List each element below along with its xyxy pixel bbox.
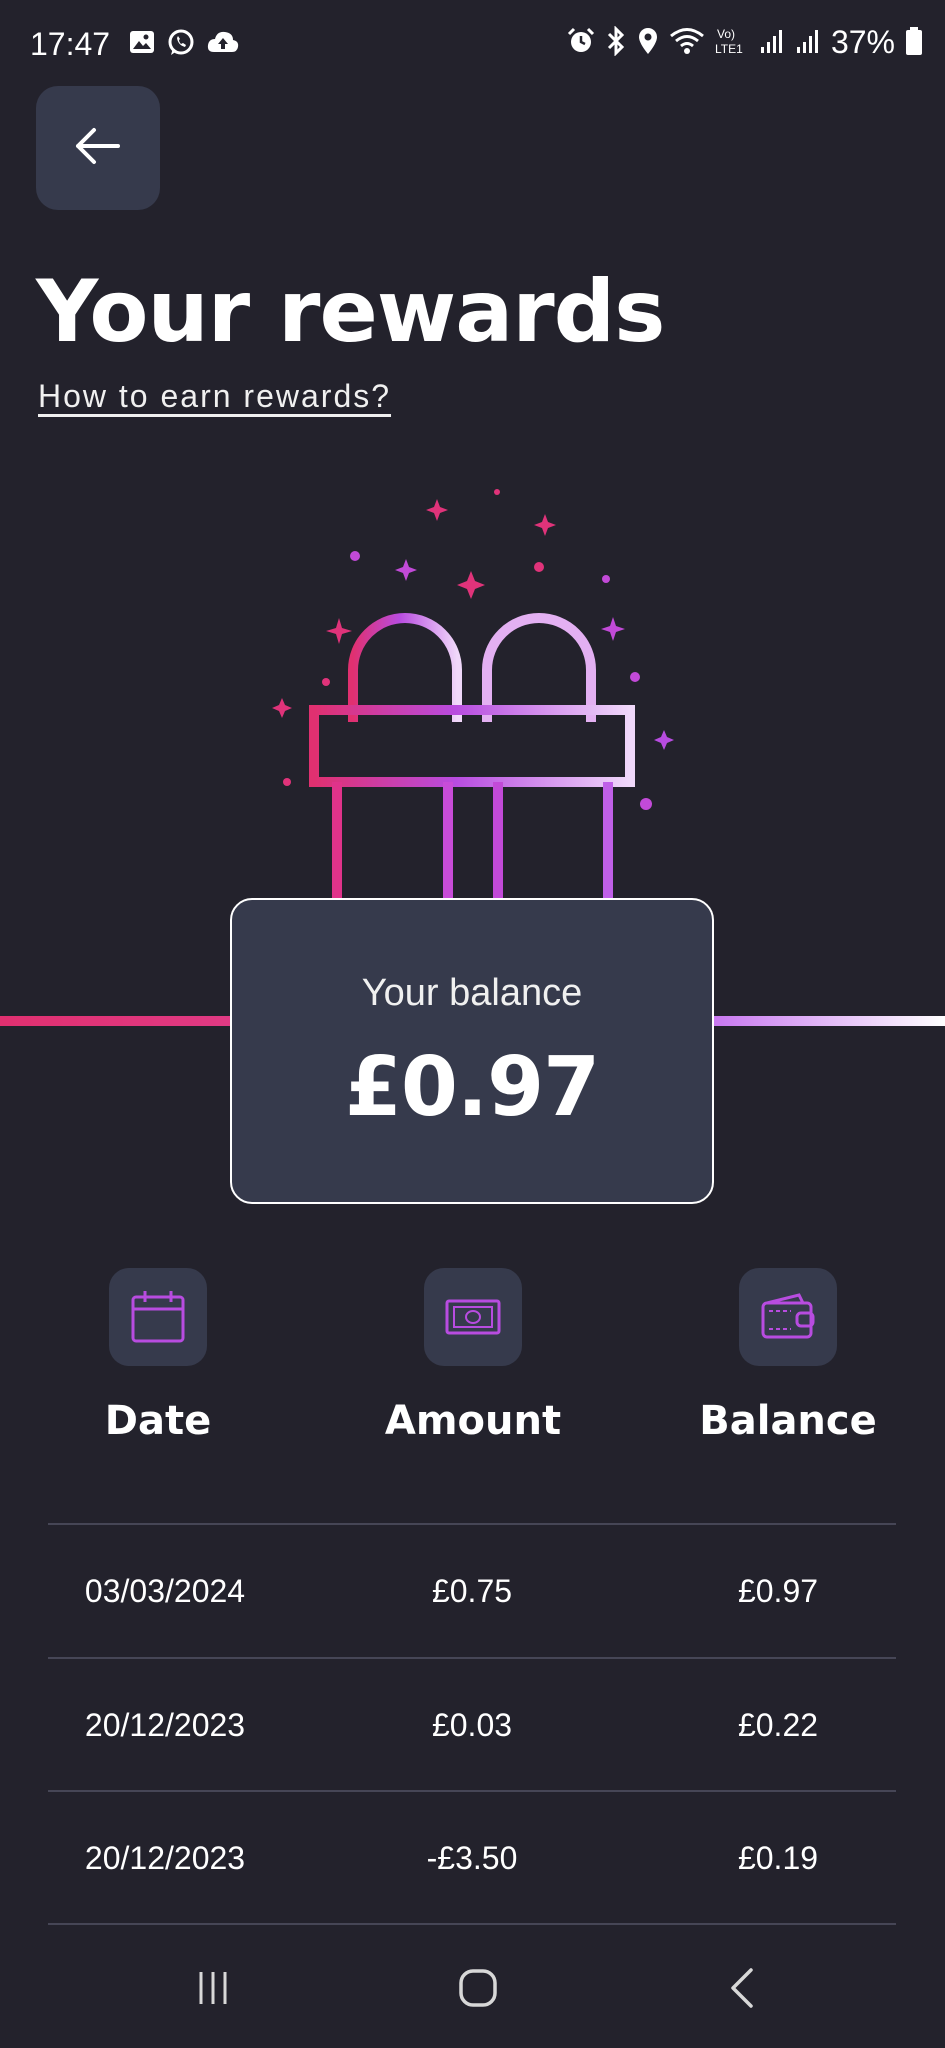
volte-icon: Vo) LTE1 (715, 26, 749, 60)
row-balance: £0.97 (737, 1573, 819, 1609)
page-title: Your rewards (36, 262, 665, 362)
home-button[interactable] (438, 1950, 518, 2030)
column-label-date: Date (104, 1398, 212, 1444)
row-date: 03/03/2024 (84, 1573, 246, 1609)
svg-text:Vo): Vo) (717, 27, 735, 41)
status-time: 17:47 (30, 26, 111, 62)
system-back-button[interactable] (702, 1950, 782, 2030)
column-balance: Balance (638, 1268, 938, 1444)
whatsapp-icon (166, 28, 196, 62)
balance-card: Your balance £0.97 (230, 898, 714, 1204)
recent-apps-icon (193, 1968, 233, 2012)
column-date: Date (8, 1268, 308, 1444)
row-balance: £0.19 (737, 1840, 819, 1876)
divider-line-right (714, 1016, 945, 1026)
table-row: 20/12/2023 -£3.50 £0.19 (0, 1792, 945, 1924)
location-icon (637, 27, 659, 59)
battery-icon (905, 26, 923, 60)
battery-percent: 37% (830, 24, 895, 60)
row-balance: £0.22 (737, 1707, 819, 1743)
home-icon (457, 1967, 499, 2013)
status-right-icons: Vo) LTE1 37% (567, 24, 923, 61)
recent-apps-button[interactable] (173, 1950, 253, 2030)
status-bar: 17:47 Vo) LTE1 37% (0, 0, 945, 90)
row-amount: £0.03 (431, 1707, 513, 1743)
system-nav-bar (0, 1930, 945, 2048)
column-label-amount: Amount (384, 1398, 562, 1444)
column-amount: Amount (323, 1268, 623, 1444)
cloud-upload-icon (206, 28, 240, 62)
table-divider (48, 1923, 896, 1925)
wallet-icon (739, 1268, 837, 1366)
row-date: 20/12/2023 (84, 1840, 246, 1876)
how-to-earn-link[interactable]: How to earn rewards? (38, 378, 391, 415)
row-date: 20/12/2023 (84, 1707, 246, 1743)
row-amount: £0.75 (431, 1573, 513, 1609)
table-row: 20/12/2023 £0.03 £0.22 (0, 1659, 945, 1791)
bluetooth-icon (605, 24, 627, 60)
banknote-icon (424, 1268, 522, 1366)
arrow-left-icon (74, 126, 122, 170)
back-icon (727, 1966, 757, 2014)
gift-icon (260, 470, 680, 914)
column-label-balance: Balance (699, 1398, 877, 1444)
wifi-icon (669, 27, 705, 59)
table-row: 03/03/2024 £0.75 £0.97 (0, 1525, 945, 1657)
alarm-icon (567, 27, 595, 59)
balance-value: £0.97 (344, 1040, 600, 1135)
signal-icon (759, 27, 785, 59)
status-left-icons (128, 28, 240, 62)
divider-line-left (0, 1016, 232, 1026)
gallery-icon (128, 28, 156, 62)
row-amount: -£3.50 (426, 1840, 518, 1876)
back-button[interactable] (36, 86, 160, 210)
svg-text:LTE1: LTE1 (715, 42, 743, 56)
balance-label: Your balance (361, 972, 583, 1014)
signal-icon (795, 27, 821, 59)
calendar-icon (109, 1268, 207, 1366)
